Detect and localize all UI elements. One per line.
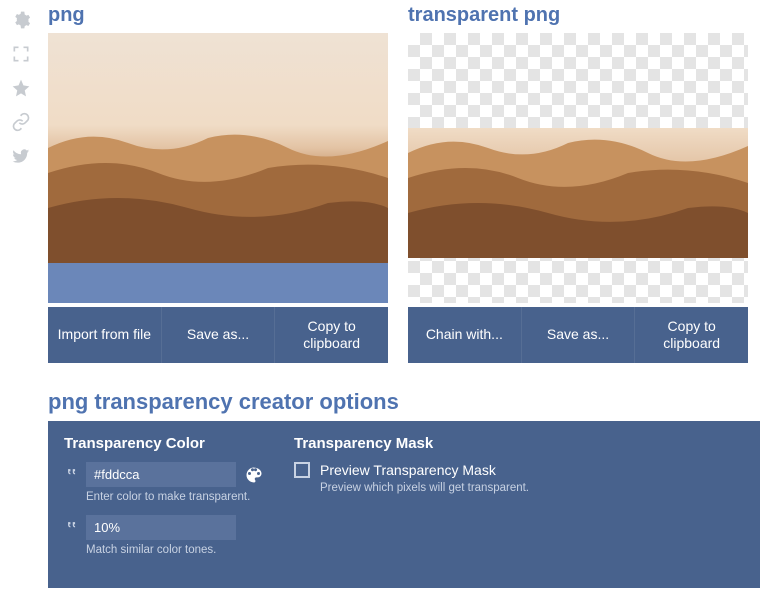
copy-to-clipboard-button[interactable]: Copy to clipboard (274, 307, 388, 363)
preview-mask-checkbox[interactable] (294, 462, 310, 478)
twitter-icon[interactable] (11, 146, 31, 166)
mask-heading: Transparency Mask (294, 435, 529, 452)
fullscreen-icon[interactable] (11, 44, 31, 64)
options-box: Transparency Color Enter color to make t… (48, 421, 760, 588)
panel-source: png Import from file Save as... Copy to … (48, 4, 388, 363)
quote-icon (64, 465, 78, 484)
option-mask-column: Transparency Mask Preview Transparency M… (294, 435, 529, 568)
mask-hint: Preview which pixels will get transparen… (320, 482, 529, 494)
option-color-column: Transparency Color Enter color to make t… (64, 435, 264, 568)
panel-source-title: png (48, 4, 388, 27)
main: png Import from file Save as... Copy to … (42, 0, 770, 610)
color-hint: Enter color to make transparent. (86, 491, 264, 503)
import-from-file-button[interactable]: Import from file (48, 307, 161, 363)
copy-to-clipboard-button[interactable]: Copy to clipboard (634, 307, 748, 363)
tolerance-hint: Match similar color tones. (86, 544, 264, 556)
color-field-row (64, 462, 264, 487)
panel-result-title: transparent png (408, 4, 748, 27)
preview-mask-label: Preview Transparency Mask (320, 462, 496, 478)
palette-icon[interactable] (244, 465, 264, 485)
chain-with-button[interactable]: Chain with... (408, 307, 521, 363)
color-heading: Transparency Color (64, 435, 264, 452)
quote-icon (64, 518, 78, 537)
mask-check-row: Preview Transparency Mask (294, 462, 529, 478)
source-image (48, 33, 388, 263)
source-preview[interactable] (48, 33, 388, 303)
tolerance-field-row (64, 515, 264, 540)
result-preview[interactable] (408, 33, 748, 303)
save-as-button[interactable]: Save as... (521, 307, 635, 363)
options-title: png transparency creator options (48, 389, 760, 415)
color-input[interactable] (86, 462, 236, 487)
panels: png Import from file Save as... Copy to … (48, 4, 760, 363)
tolerance-input[interactable] (86, 515, 236, 540)
panel-result: transparent png Chain with... Save as...… (408, 4, 748, 363)
sidebar (0, 0, 42, 610)
star-icon[interactable] (11, 78, 31, 98)
link-icon[interactable] (11, 112, 31, 132)
result-buttons: Chain with... Save as... Copy to clipboa… (408, 307, 748, 363)
gear-icon[interactable] (11, 10, 31, 30)
source-buttons: Import from file Save as... Copy to clip… (48, 307, 388, 363)
save-as-button[interactable]: Save as... (161, 307, 275, 363)
result-image (408, 128, 748, 258)
